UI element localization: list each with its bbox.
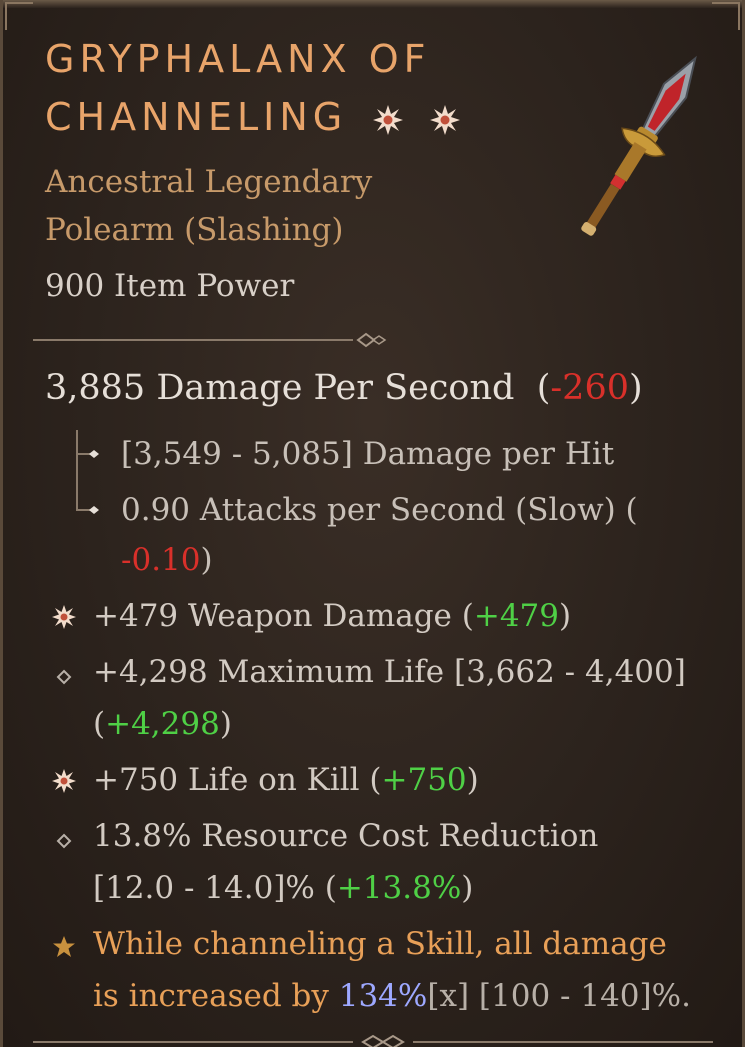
affix-delta: +750 [381,762,467,798]
affix-maximum-life: +4,298 Maximum Life [3,662 - 4,400] (+4,… [93,646,723,750]
affix-text: +750 Life on Kill [93,762,360,798]
attacks-close-paren: ) [200,542,213,578]
damage-per-second: 3,885 Damage Per Second (-260) [45,368,643,408]
polearm-icon [581,55,697,236]
item-name-line-1: GRYPHALANX OF [45,37,431,81]
greater-affix-star-icon [52,605,76,629]
legendary-line-2: is increased by 134%[x] [100 - 140]%. [93,970,723,1022]
dps-value: 3,885 Damage Per Second [45,368,515,408]
footer-divider [33,1034,713,1047]
attacks-per-second: 0.90 Attacks per Second (Slow) ( [121,484,638,536]
dps-open-paren: ( [536,368,551,408]
legendary-value: 134% [338,978,428,1014]
affix-text: 13.8% Resource Cost Reduction [93,818,599,854]
item-name-line-2: CHANNELING [45,95,348,139]
item-category: Polearm (Slashing) [45,212,344,248]
diamond-icon [56,669,72,685]
item-name-line-2-row: CHANNELING [45,88,505,146]
affix-delta: +479 [473,598,560,634]
affix-range: [12.0 - 14.0]% [93,870,315,906]
item-power: 900 Item Power [45,268,295,304]
legendary-prefix: is increased by [93,978,339,1014]
header-divider [33,332,387,348]
item-rarity: Ancestral Legendary [45,164,373,200]
affix-delta: +4,298 [105,706,220,742]
greater-affix-star-icon [373,104,404,135]
affix-delta: +13.8% [336,870,462,906]
legendary-line-1: While channeling a Skill, all damage [93,926,667,962]
dps-close-paren: ) [628,368,643,408]
attacks-value: 0.90 Attacks per Second (Slow) ( [121,492,638,528]
affix-weapon-damage: +479 Weapon Damage (+479) [93,598,572,634]
legendary-star-icon [53,936,75,957]
legendary-range: [100 - 140]%. [469,978,691,1014]
attacks-delta-line: -0.10) [121,534,213,586]
legendary-aspect: While channeling a Skill, all damage is … [93,918,723,1022]
affix-life-on-kill: +750 Life on Kill (+750) [93,762,479,798]
greater-affix-star-icon [52,769,76,793]
frame-corner-top-left [5,2,33,30]
affix-range-line: [12.0 - 14.0]% (+13.8%) [93,870,474,906]
affix-text: +4,298 Maximum Life [3,662 - 4,400] [93,654,686,690]
frame-corner-top-right [712,2,740,30]
greater-affix-star-icon [430,104,461,135]
item-type: Ancestral Legendary Polearm (Slashing) [45,158,465,254]
attacks-delta: -0.10 [121,542,201,578]
damage-per-hit: [3,549 - 5,085] Damage per Hit [121,436,615,472]
affix-resource-cost: 13.8% Resource Cost Reduction [12.0 - 14… [93,810,723,914]
item-tooltip: GRYPHALANX OF CHANNELING Ancestral Legen… [0,0,745,1047]
legendary-multiplier: [x] [427,978,470,1014]
item-name: GRYPHALANX OF CHANNELING [45,30,505,146]
tooltip-frame-top [3,0,742,8]
affix-text: +479 Weapon Damage [93,598,452,634]
affix-delta-line: (+4,298) [93,706,232,742]
diamond-icon [56,833,72,849]
stat-tree-connector [76,430,99,514]
dps-delta: -260 [550,368,629,408]
